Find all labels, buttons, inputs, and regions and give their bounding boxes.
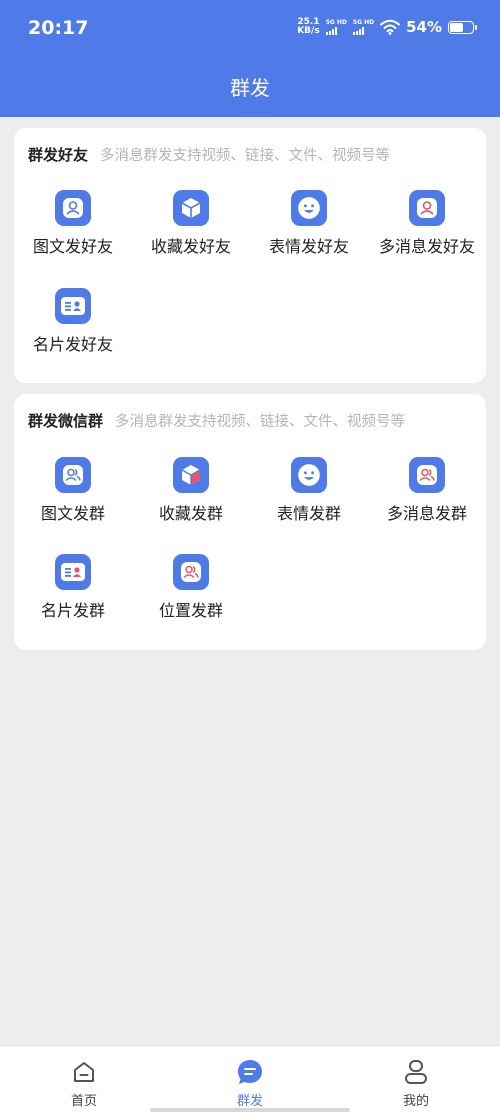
user-icon: [402, 1058, 430, 1086]
box-icon: [173, 457, 209, 493]
status-time: 20:17: [28, 17, 89, 39]
smiley-icon: [291, 190, 327, 226]
battery-icon: [448, 20, 477, 34]
group-location-icon: [173, 554, 209, 590]
wifi-icon: [380, 19, 401, 35]
battery-percent: 54%: [406, 18, 442, 36]
smiley-icon: [291, 457, 327, 493]
groups-section-subtitle: 多消息群发支持视频、链接、文件、视频号等: [115, 414, 406, 430]
nav-home[interactable]: 首页: [34, 1058, 134, 1109]
friends-section-header: 群发好友 多消息群发支持视频、链接、文件、视频号等: [28, 144, 390, 165]
groups-section-header: 群发微信群 多消息群发支持视频、链接、文件、视频号等: [28, 410, 405, 431]
favorites-to-friends-button[interactable]: 收藏发好友: [132, 190, 250, 257]
group-icon: [55, 457, 91, 493]
page-title: 群发: [230, 76, 270, 100]
groups-section: 群发微信群 多消息群发支持视频、链接、文件、视频号等 图文发群 收藏发群 表情发…: [14, 394, 486, 650]
portrait-icon: [55, 190, 91, 226]
favorites-to-groups-button[interactable]: 收藏发群: [132, 457, 250, 524]
status-bar: 20:17 25.1 KB/s 5G HD 5G HD 54%: [0, 0, 500, 60]
person-red-icon: [409, 190, 445, 226]
location-to-groups-button[interactable]: 位置发群: [132, 554, 250, 621]
home-icon: [70, 1058, 98, 1086]
text-image-to-friends-button[interactable]: 图文发好友: [14, 190, 132, 257]
friends-section-title: 群发好友: [28, 146, 89, 164]
card-to-friends-button[interactable]: 名片发好友: [14, 288, 132, 355]
title-bar: 群发: [0, 60, 500, 117]
text-image-to-groups-button[interactable]: 图文发群: [14, 457, 132, 524]
multi-message-to-groups-button[interactable]: 多消息发群: [368, 457, 486, 524]
contact-card-icon: [55, 554, 91, 590]
sticker-to-groups-button[interactable]: 表情发群: [250, 457, 368, 524]
friends-section: 群发好友 多消息群发支持视频、链接、文件、视频号等 图文发好友 收藏发好友 表情…: [14, 128, 486, 383]
nav-mass-send[interactable]: 群发: [200, 1058, 300, 1109]
home-indicator: [150, 1108, 350, 1112]
signal-icon-2: 5G HD: [352, 19, 374, 35]
nav-profile[interactable]: 我的: [366, 1058, 466, 1109]
friends-section-subtitle: 多消息群发支持视频、链接、文件、视频号等: [100, 148, 391, 164]
chat-icon: [236, 1058, 264, 1086]
multi-message-to-friends-button[interactable]: 多消息发好友: [368, 190, 486, 257]
status-icons: 25.1 KB/s 5G HD 5G HD 54%: [297, 17, 477, 36]
network-speed: 25.1 KB/s: [297, 17, 320, 36]
contact-card-icon: [55, 288, 91, 324]
sticker-to-friends-button[interactable]: 表情发好友: [250, 190, 368, 257]
signal-icon-1: 5G HD: [325, 19, 347, 35]
group-red-icon: [409, 457, 445, 493]
card-to-groups-button[interactable]: 名片发群: [14, 554, 132, 621]
bottom-nav: 首页 群发 我的: [0, 1045, 500, 1115]
box-icon: [173, 190, 209, 226]
groups-section-title: 群发微信群: [28, 412, 104, 430]
